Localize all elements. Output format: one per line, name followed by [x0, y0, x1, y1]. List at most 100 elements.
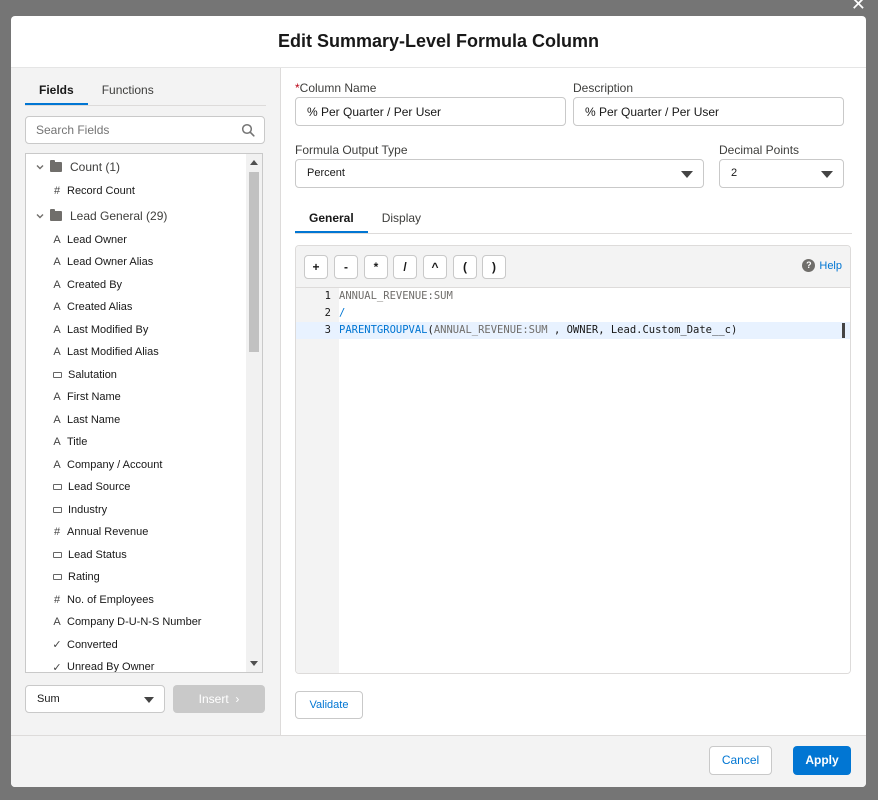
tree-field[interactable]: A Last Modified Alias	[26, 341, 246, 364]
line-number: 1	[324, 290, 331, 302]
tree-field[interactable]: A Created Alias	[26, 296, 246, 319]
description-field	[573, 97, 844, 126]
tree-field-label: Lead Status	[68, 548, 127, 561]
code-text: /	[339, 307, 346, 319]
insert-button[interactable]: Insert ›	[173, 685, 265, 713]
help-label: Help	[819, 259, 842, 272]
tree-field[interactable]: Industry	[26, 499, 246, 522]
decimal-points-select[interactable]: 2	[719, 159, 844, 188]
picklist-type-icon	[53, 506, 62, 513]
scroll-down-icon[interactable]	[250, 661, 258, 666]
tab-functions[interactable]: Functions	[88, 76, 168, 105]
cancel-button[interactable]: Cancel	[709, 746, 772, 775]
tree-field[interactable]: Salutation	[26, 364, 246, 387]
tree-field[interactable]: A First Name	[26, 386, 246, 409]
apply-button[interactable]: Apply	[793, 746, 851, 775]
output-type-select[interactable]: Percent	[295, 159, 704, 188]
operator-power-button[interactable]: ^	[423, 255, 447, 279]
tree-field[interactable]: A Created By	[26, 274, 246, 297]
tree-field[interactable]: A Lead Owner Alias	[26, 251, 246, 274]
formula-column-modal: Edit Summary-Level Formula Column Fields…	[11, 16, 866, 787]
modal-body: Fields Functions Count (1) # Record Count L…	[11, 68, 866, 735]
operator-plus-button[interactable]: +	[304, 255, 328, 279]
tree-field-label: Company / Account	[67, 458, 163, 471]
line-gutter	[296, 288, 339, 673]
tree-field-label: Created Alias	[67, 301, 133, 314]
picklist-type-icon	[53, 574, 62, 581]
tree-field[interactable]: A Company D-U-N-S Number	[26, 611, 246, 634]
tree-field-label: Title	[67, 436, 88, 449]
tree-field-label: Company D-U-N-S Number	[67, 616, 202, 629]
text-type-icon: A	[53, 301, 61, 314]
editor-tabs: General Display	[295, 204, 852, 234]
code-line: 1 ANNUAL_REVENUE:SUM	[296, 288, 850, 305]
tree-field-label: Salutation	[68, 368, 117, 381]
operator-close-paren-button[interactable]: )	[482, 255, 506, 279]
text-type-icon: A	[53, 458, 61, 471]
search-fields-input[interactable]	[26, 117, 226, 143]
tree-field-label: Last Name	[67, 413, 121, 426]
tree-field[interactable]: A Lead Owner	[26, 229, 246, 252]
tree-field-label: Rating	[68, 571, 100, 584]
checkbox-type-icon: ✓	[52, 661, 62, 673]
tree-group[interactable]: Lead General (29)	[26, 203, 246, 229]
folder-icon	[50, 208, 62, 221]
code-rest: , OWNER, Lead.Custom_Date__c)	[547, 324, 738, 336]
picklist-type-icon	[53, 551, 62, 558]
text-type-icon: A	[53, 616, 61, 629]
tree-field[interactable]: Lead Status	[26, 544, 246, 567]
decimal-points-value: 2	[731, 167, 738, 179]
chevron-down-icon	[36, 165, 44, 170]
tree-field[interactable]: # No. of Employees	[26, 589, 246, 612]
field-tree-scrollbar[interactable]	[246, 154, 262, 672]
tree-field[interactable]: # Annual Revenue	[26, 521, 246, 544]
chevron-right-icon: ›	[232, 692, 240, 706]
formula-editor: + - * / ^ ( ) ? Help 1 ANNUAL_REVENUE:SU…	[295, 245, 851, 674]
folder-icon	[50, 160, 62, 172]
output-type-label: Formula Output Type	[295, 143, 408, 157]
tree-field[interactable]: Rating	[26, 566, 246, 589]
code-argument: ANNUAL_REVENUE:SUM	[433, 324, 548, 336]
tab-general[interactable]: General	[295, 204, 368, 233]
validate-button[interactable]: Validate	[295, 691, 363, 719]
tab-fields[interactable]: Fields	[25, 76, 88, 105]
code-text: ANNUAL_REVENUE:SUM	[339, 290, 453, 302]
help-link[interactable]: ? Help	[802, 259, 842, 272]
decimal-points-label: Decimal Points	[719, 143, 800, 157]
text-cursor	[842, 323, 845, 338]
code-line: 2 /	[296, 305, 850, 322]
number-type-icon: #	[53, 526, 61, 539]
operator-divide-button[interactable]: /	[393, 255, 417, 279]
tree-field[interactable]: ✓ Converted	[26, 634, 246, 657]
tab-display[interactable]: Display	[368, 204, 435, 233]
tree-field[interactable]: A Company / Account	[26, 454, 246, 477]
line-number: 2	[324, 307, 331, 319]
scroll-thumb[interactable]	[249, 172, 259, 352]
tree-field[interactable]: A Last Name	[26, 409, 246, 432]
tree-field-label: Last Modified Alias	[67, 346, 159, 359]
scroll-up-icon[interactable]	[250, 160, 258, 165]
search-fields-box	[25, 116, 265, 144]
chevron-down-icon	[681, 171, 693, 178]
tree-field-label: Annual Revenue	[67, 526, 149, 539]
description-input[interactable]	[574, 98, 843, 125]
code-area[interactable]: 1 ANNUAL_REVENUE:SUM 2 / 3 PARENTGROUPVA…	[296, 288, 850, 673]
chevron-down-icon	[821, 171, 833, 178]
tree-group[interactable]: Count (1)	[26, 154, 246, 180]
operator-multiply-button[interactable]: *	[364, 255, 388, 279]
column-name-input[interactable]	[296, 98, 565, 125]
operator-minus-button[interactable]: -	[334, 255, 358, 279]
aggregate-select[interactable]: Sum	[25, 685, 165, 713]
field-tree: Count (1) # Record Count Lead General (29) A…	[25, 153, 263, 673]
number-type-icon: #	[53, 185, 61, 198]
tree-field[interactable]: A Last Modified By	[26, 319, 246, 342]
tree-field[interactable]: A Title	[26, 431, 246, 454]
formula-panel: *Column Name Description Formula Output …	[281, 68, 866, 735]
tree-field[interactable]: # Record Count	[26, 180, 246, 203]
tree-field[interactable]: ✓ Unread By Owner	[26, 656, 246, 673]
number-type-icon: #	[53, 593, 61, 606]
tree-field[interactable]: Lead Source	[26, 476, 246, 499]
tree-group-label: Count (1)	[70, 160, 121, 174]
close-icon[interactable]: ✕	[851, 0, 866, 15]
operator-open-paren-button[interactable]: (	[453, 255, 477, 279]
